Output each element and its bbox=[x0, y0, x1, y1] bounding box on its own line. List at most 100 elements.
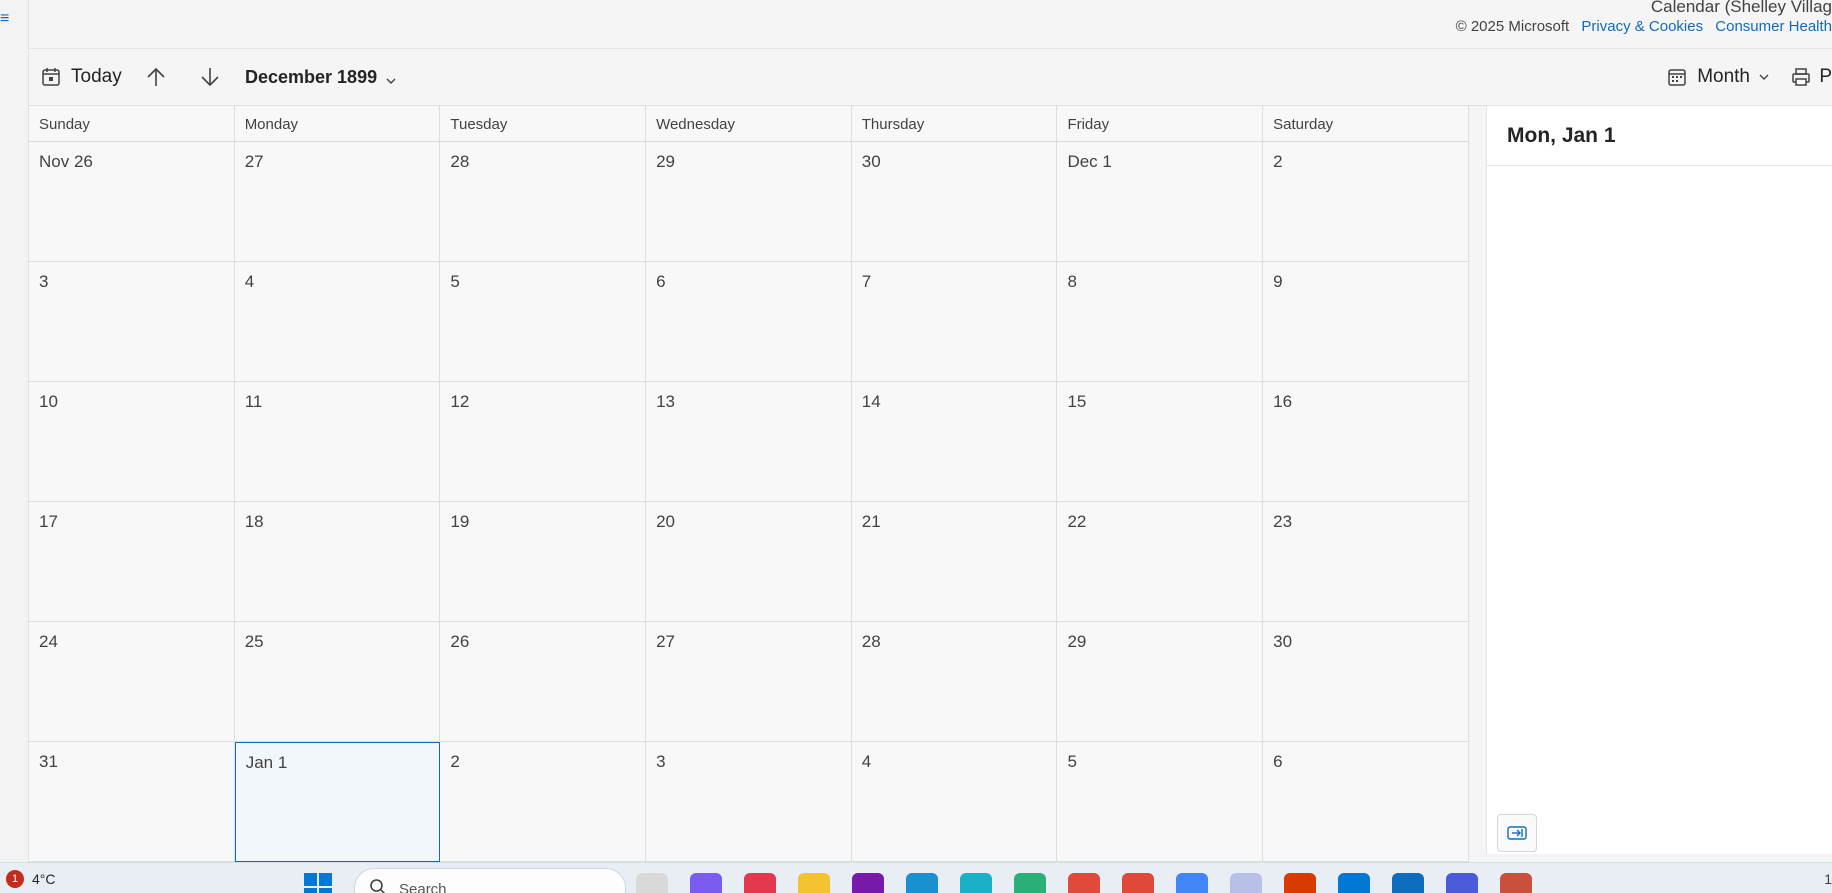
day-cell[interactable]: 30 bbox=[1263, 622, 1469, 742]
day-cell[interactable]: 6 bbox=[646, 262, 852, 382]
view-label: Month bbox=[1697, 66, 1750, 88]
copyright-text: © 2025 Microsoft bbox=[1456, 18, 1570, 35]
day-cell[interactable]: 22 bbox=[1057, 502, 1263, 622]
day-cell[interactable]: 19 bbox=[440, 502, 646, 622]
month-grid: Sunday Monday Tuesday Wednesday Thursday… bbox=[29, 106, 1469, 862]
vscode-icon[interactable] bbox=[1338, 873, 1370, 893]
day-cell[interactable]: 6 bbox=[1263, 742, 1469, 862]
day-cell[interactable]: 28 bbox=[440, 142, 646, 262]
chrome-icon[interactable] bbox=[1176, 873, 1208, 893]
day-cell[interactable]: 21 bbox=[852, 502, 1058, 622]
app-icon[interactable] bbox=[636, 873, 668, 893]
day-cell[interactable]: 10 bbox=[29, 382, 235, 502]
top-header: Calendar (Shelley Villag © 2025 Microsof… bbox=[29, 0, 1832, 49]
chrome-icon[interactable] bbox=[1122, 873, 1154, 893]
previous-month-button[interactable] bbox=[145, 49, 167, 105]
file-explorer-icon[interactable] bbox=[798, 873, 830, 893]
view-switcher[interactable]: Month bbox=[1667, 49, 1770, 105]
day-cell[interactable]: 27 bbox=[235, 142, 441, 262]
chrome-icon[interactable] bbox=[1068, 873, 1100, 893]
day-detail-panel: Mon, Jan 1 bbox=[1486, 106, 1832, 854]
office-icon[interactable] bbox=[1284, 873, 1316, 893]
chevron-down-icon bbox=[385, 75, 397, 87]
search-placeholder: Search bbox=[399, 881, 447, 893]
day-cell[interactable]: 20 bbox=[646, 502, 852, 622]
day-cell[interactable]: 28 bbox=[852, 622, 1058, 742]
current-month-label[interactable]: December 1899 bbox=[245, 49, 377, 105]
day-cell[interactable]: 23 bbox=[1263, 502, 1469, 622]
today-button[interactable]: Today bbox=[41, 49, 122, 105]
consumer-health-link[interactable]: Consumer Health bbox=[1715, 18, 1832, 35]
weekday-header: Monday bbox=[235, 106, 441, 141]
day-cell[interactable]: 18 bbox=[235, 502, 441, 622]
app-icon[interactable] bbox=[1230, 873, 1262, 893]
collapse-panel-button[interactable] bbox=[1497, 814, 1537, 852]
day-cell[interactable]: 25 bbox=[235, 622, 441, 742]
month-picker-chevron[interactable] bbox=[385, 53, 397, 109]
day-cell[interactable]: 29 bbox=[646, 142, 852, 262]
day-cell[interactable]: 8 bbox=[1057, 262, 1263, 382]
edge-icon[interactable] bbox=[960, 873, 992, 893]
print-button[interactable]: P bbox=[1791, 49, 1832, 105]
onenote-icon[interactable] bbox=[852, 873, 884, 893]
day-cell[interactable]: 12 bbox=[440, 382, 646, 502]
day-cell[interactable]: 4 bbox=[235, 262, 441, 382]
day-cell[interactable]: 5 bbox=[1057, 742, 1263, 862]
day-cell[interactable]: 11 bbox=[235, 382, 441, 502]
week-row: 31 Jan 1 2 3 4 5 6 bbox=[29, 742, 1469, 862]
day-cell[interactable]: 16 bbox=[1263, 382, 1469, 502]
chrome-icon[interactable] bbox=[1500, 873, 1532, 893]
day-cell[interactable]: 3 bbox=[646, 742, 852, 862]
toolbar: Today December 1899 Month P bbox=[29, 49, 1832, 106]
chevron-down-icon bbox=[1758, 71, 1770, 83]
day-cell[interactable]: Dec 1 bbox=[1057, 142, 1263, 262]
next-month-button[interactable] bbox=[199, 49, 221, 105]
menu-icon[interactable]: ≡ bbox=[0, 10, 9, 28]
taskbar-search[interactable]: Search bbox=[354, 868, 626, 893]
system-tray-clock[interactable]: 1 bbox=[1824, 871, 1832, 887]
day-cell[interactable]: 31 bbox=[29, 742, 235, 862]
day-cell[interactable]: 9 bbox=[1263, 262, 1469, 382]
divider bbox=[1487, 165, 1832, 166]
day-cell-selected[interactable]: Jan 1 bbox=[235, 742, 441, 862]
day-cell[interactable]: 24 bbox=[29, 622, 235, 742]
outlook-icon[interactable] bbox=[1392, 873, 1424, 893]
app-icon[interactable] bbox=[1446, 873, 1478, 893]
day-cell[interactable]: 29 bbox=[1057, 622, 1263, 742]
edge-icon[interactable] bbox=[906, 873, 938, 893]
weather-temperature[interactable]: 4°C bbox=[32, 871, 56, 887]
day-cell[interactable]: 17 bbox=[29, 502, 235, 622]
copilot-icon[interactable] bbox=[690, 873, 722, 893]
day-cell[interactable]: Nov 26 bbox=[29, 142, 235, 262]
week-row: 10 11 12 13 14 15 16 bbox=[29, 382, 1469, 502]
day-cell[interactable]: 5 bbox=[440, 262, 646, 382]
day-cell[interactable]: 30 bbox=[852, 142, 1058, 262]
day-cell[interactable]: 4 bbox=[852, 742, 1058, 862]
windows-start-icon[interactable] bbox=[304, 873, 332, 893]
day-cell[interactable]: 26 bbox=[440, 622, 646, 742]
day-cell[interactable]: 2 bbox=[440, 742, 646, 862]
day-cell[interactable]: 2 bbox=[1263, 142, 1469, 262]
day-cell[interactable]: 7 bbox=[852, 262, 1058, 382]
day-cell[interactable]: 27 bbox=[646, 622, 852, 742]
day-cell[interactable]: 15 bbox=[1057, 382, 1263, 502]
print-label: P bbox=[1819, 66, 1832, 88]
weekday-header: Friday bbox=[1057, 106, 1263, 141]
notification-badge: 1 bbox=[6, 870, 24, 888]
day-cell[interactable]: 13 bbox=[646, 382, 852, 502]
arrow-down-icon bbox=[199, 66, 221, 88]
day-cell[interactable]: 3 bbox=[29, 262, 235, 382]
weekday-header: Wednesday bbox=[646, 106, 852, 141]
edge-icon[interactable] bbox=[1014, 873, 1046, 893]
privacy-link[interactable]: Privacy & Cookies bbox=[1581, 18, 1703, 35]
expand-panel-icon bbox=[1507, 826, 1527, 840]
snipping-tool-icon[interactable] bbox=[744, 873, 776, 893]
week-row: Nov 26 27 28 29 30 Dec 1 2 bbox=[29, 142, 1469, 262]
day-cell[interactable]: 14 bbox=[852, 382, 1058, 502]
calendar-today-icon bbox=[41, 67, 61, 87]
today-label: Today bbox=[71, 66, 122, 88]
printer-icon bbox=[1791, 67, 1811, 87]
pinned-apps bbox=[636, 873, 1532, 893]
weekday-header: Saturday bbox=[1263, 106, 1469, 141]
weekday-header: Thursday bbox=[852, 106, 1058, 141]
